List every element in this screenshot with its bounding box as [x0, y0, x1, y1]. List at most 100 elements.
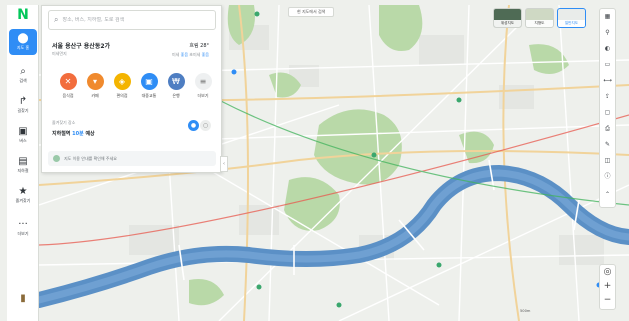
map-pin-icon: ⬤: [17, 32, 29, 44]
layer-terrain[interactable]: 지형도: [525, 8, 554, 28]
search-this-area-button[interactable]: 현 지도에서 검색: [288, 7, 335, 17]
eta-suffix: 예상: [83, 131, 95, 137]
search-input[interactable]: [62, 17, 203, 23]
collapse-panel-button[interactable]: ‹: [220, 156, 228, 172]
bike-icon: ⚲: [605, 28, 610, 36]
bus-icon: ▣: [18, 125, 28, 137]
search-icon: ⌕: [54, 15, 59, 24]
tool-save[interactable]: ▢: [600, 105, 615, 120]
nav-bottom-tool[interactable]: ▮: [9, 290, 37, 308]
tool-print[interactable]: ⎙: [600, 121, 615, 136]
save-icon: ▢: [604, 108, 611, 116]
category-label: 은행: [172, 93, 180, 98]
nav-label: 더보기: [17, 230, 29, 236]
nav-label: 검색: [19, 77, 27, 83]
search-box[interactable]: ⌕: [48, 10, 216, 30]
subway-icon: ▤: [18, 155, 28, 167]
fork-knife-icon: ✕: [59, 73, 77, 90]
bus-icon: ▣: [140, 73, 158, 90]
map-layer-switcher: 위성지도 지형도 일반지도: [493, 8, 588, 28]
menu-icon: ≡: [194, 73, 212, 90]
search-icon: ⌕: [20, 65, 26, 77]
air-value: 좋음: [180, 52, 189, 57]
tool-bike[interactable]: ⚲: [600, 25, 615, 40]
nav-favorites[interactable]: ★ 즐겨찾기: [9, 182, 37, 208]
tool-info[interactable]: ⓘ: [600, 169, 615, 184]
tool-measure[interactable]: ⟷: [600, 73, 615, 88]
category-label: 카페: [91, 93, 99, 98]
won-icon: ₩: [167, 73, 185, 90]
category-cafe[interactable]: ▾ 카페: [82, 73, 108, 99]
zoom-out-button[interactable]: −: [600, 295, 615, 305]
fine-air-label: 초미세: [189, 52, 201, 57]
notice-icon: [53, 155, 60, 162]
naver-logo[interactable]: N: [7, 5, 39, 25]
cart-icon: ◈: [113, 73, 131, 90]
nav-label: 버스: [19, 137, 27, 143]
nav-label: 지도 홈: [16, 44, 30, 50]
weather-temperature: 흐림 28°: [189, 43, 209, 49]
notice-banner[interactable]: 지도 이용 안내를 확인해 주세요: [48, 151, 216, 166]
tool-collapse[interactable]: ⌃: [600, 187, 615, 202]
map-app: N ⬤ 지도 홈 ⌕ 검색 ↱ 길찾기 ▣ 버스 ▤ 지하철 ★ 즐겨찾기 ··…: [0, 0, 629, 321]
fine-air-value: 좋음: [201, 52, 209, 57]
eta-time: 10분: [72, 131, 84, 137]
pen-icon: ✎: [604, 140, 611, 148]
category-label: 편의점: [116, 93, 128, 98]
eta-prefix: 지하철역: [52, 131, 73, 137]
route-icon: ↱: [18, 95, 28, 107]
traffic-icon: ▦: [604, 12, 611, 20]
category-label: 음식점: [62, 93, 74, 98]
more-icon: ···: [18, 218, 28, 230]
tool-street-view[interactable]: ◐: [600, 41, 615, 56]
layer-label: 일반지도: [558, 20, 585, 27]
settings-toggle-icon[interactable]: ○: [200, 120, 211, 131]
layer-normal[interactable]: 일반지도: [557, 8, 586, 28]
map-tool-bar: ▦ ⚲ ◐ ▭ ⟷ ⇪ ▢ ⎙ ✎ ◫ ⓘ ⌃: [599, 8, 616, 208]
tool-layer[interactable]: ◫: [600, 153, 615, 168]
category-restaurant[interactable]: ✕ 음식점: [55, 73, 81, 99]
cup-icon: ▮: [20, 293, 26, 304]
nav-map-home[interactable]: ⬤ 지도 홈: [9, 29, 37, 55]
tool-cctv[interactable]: ▭: [600, 57, 615, 72]
tool-draw[interactable]: ✎: [600, 137, 615, 152]
nav-search[interactable]: ⌕ 검색: [9, 62, 37, 88]
chevron-up-icon: ⌃: [604, 190, 611, 198]
location-toggle-icon[interactable]: ●: [188, 120, 199, 131]
share-icon: ⇪: [604, 92, 611, 100]
layer-label: 지형도: [526, 20, 553, 27]
search-panel: ⌕ 서울 용산구 용산동2가 미세먼지 흐림 28° 미세 좋음 초미세 좋음 …: [41, 5, 228, 173]
nav-label: 지하철: [17, 167, 29, 173]
nav-directions[interactable]: ↱ 길찾기: [9, 92, 37, 118]
notice-text: 지도 이용 안내를 확인해 주세요: [64, 155, 117, 161]
category-transit[interactable]: ▣ 대중교통: [136, 73, 162, 99]
coffee-icon: ▾: [86, 73, 104, 90]
category-convenience[interactable]: ◈ 편의점: [109, 73, 135, 99]
layer-label: 위성지도: [494, 20, 521, 27]
street-icon: ◐: [604, 44, 611, 52]
nav-subway[interactable]: ▤ 지하철: [9, 152, 37, 178]
print-icon: ⎙: [605, 124, 610, 132]
category-label: 더보기: [197, 93, 209, 98]
nav-label: 즐겨찾기: [15, 197, 31, 203]
category-more[interactable]: ≡ 더보기: [190, 73, 216, 99]
nav-more[interactable]: ··· 더보기: [9, 215, 37, 241]
category-label: 대중교통: [141, 93, 157, 98]
tool-share[interactable]: ⇪: [600, 89, 615, 104]
tool-traffic[interactable]: ▦: [600, 9, 615, 24]
favorites-title: 즐겨찾기 장소: [52, 120, 76, 125]
measure-icon: ⟷: [603, 76, 612, 84]
layer-satellite[interactable]: 위성지도: [493, 8, 522, 28]
locate-me-icon[interactable]: ◎: [600, 267, 615, 277]
nav-label: 길찾기: [17, 107, 29, 113]
air-quality-info: 미세 좋음 초미세 좋음: [172, 52, 209, 58]
category-bank[interactable]: ₩ 은행: [163, 73, 189, 99]
nav-bus[interactable]: ▣ 버스: [9, 122, 37, 148]
layer-icon: ◫: [604, 156, 611, 164]
favorites-eta[interactable]: 지하철역 10분 예상: [52, 130, 95, 137]
map-scale: 500m: [520, 309, 531, 313]
left-nav-rail: N ⬤ 지도 홈 ⌕ 검색 ↱ 길찾기 ▣ 버스 ▤ 지하철 ★ 즐겨찾기 ··…: [7, 5, 39, 321]
zoom-in-button[interactable]: +: [600, 281, 615, 291]
location-title: 서울 용산구 용산동2가: [52, 43, 111, 50]
zoom-control: ◎ + −: [599, 264, 616, 310]
